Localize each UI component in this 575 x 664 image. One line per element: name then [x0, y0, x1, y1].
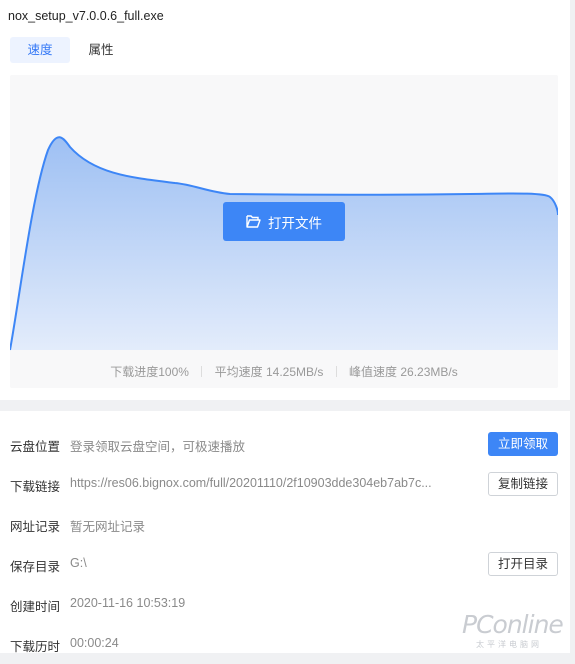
- open-file-button[interactable]: 打开文件: [223, 202, 345, 241]
- folder-open-icon: [246, 215, 261, 228]
- claim-now-button[interactable]: 立即领取: [488, 432, 558, 456]
- file-name-title: nox_setup_v7.0.0.6_full.exe: [8, 9, 164, 23]
- scrollbar[interactable]: [570, 0, 575, 653]
- duration-label: 下载历时: [10, 640, 61, 654]
- average-speed-stat: 平均速度 14.25MB/s: [214, 365, 324, 379]
- open-folder-button[interactable]: 打开目录: [488, 552, 558, 576]
- duration-value: 00:00:24: [70, 636, 119, 650]
- cloud-label: 云盘位置: [10, 440, 61, 454]
- save-dir-value: G:\: [70, 556, 87, 570]
- history-label: 网址记录: [10, 520, 61, 534]
- watermark-logo: PConline: [462, 610, 564, 639]
- copy-link-button[interactable]: 复制链接: [488, 472, 558, 496]
- link-label: 下载链接: [10, 480, 61, 494]
- tab-speed[interactable]: 速度: [10, 37, 70, 63]
- created-label: 创建时间: [10, 600, 61, 614]
- speed-panel: nox_setup_v7.0.0.6_full.exe 速度 属性 打开文件 下…: [0, 0, 570, 400]
- watermark-subtitle: 太平洋电脑网: [476, 640, 542, 649]
- history-row: 网址记录 暂无网址记录: [0, 504, 570, 544]
- open-file-label: 打开文件: [268, 215, 322, 231]
- download-stats: 下载进度100% 平均速度 14.25MB/s 峰值速度 26.23MB/s: [10, 363, 558, 380]
- tab-properties[interactable]: 属性: [80, 37, 122, 63]
- speed-chart: 打开文件 下载进度100% 平均速度 14.25MB/s 峰值速度 26.23M…: [10, 75, 558, 388]
- cloud-value: 登录领取云盘空间，可极速播放: [70, 440, 246, 454]
- stat-divider: [335, 366, 337, 377]
- save-dir-row: 保存目录 G:\ 打开目录: [0, 544, 570, 584]
- speed-area: [10, 137, 558, 350]
- peak-speed-stat: 峰值速度 26.23MB/s: [349, 365, 458, 379]
- history-value: 暂无网址记录: [70, 520, 146, 534]
- progress-stat: 下载进度100%: [110, 365, 189, 379]
- cloud-row: 云盘位置 登录领取云盘空间，可极速播放 立即领取: [0, 424, 570, 464]
- link-value[interactable]: https://res06.bignox.com/full/20201110/2…: [70, 476, 432, 490]
- link-row: 下载链接 https://res06.bignox.com/full/20201…: [0, 464, 570, 504]
- stat-divider: [201, 366, 203, 377]
- save-dir-label: 保存目录: [10, 560, 61, 574]
- created-value: 2020-11-16 10:53:19: [70, 596, 186, 610]
